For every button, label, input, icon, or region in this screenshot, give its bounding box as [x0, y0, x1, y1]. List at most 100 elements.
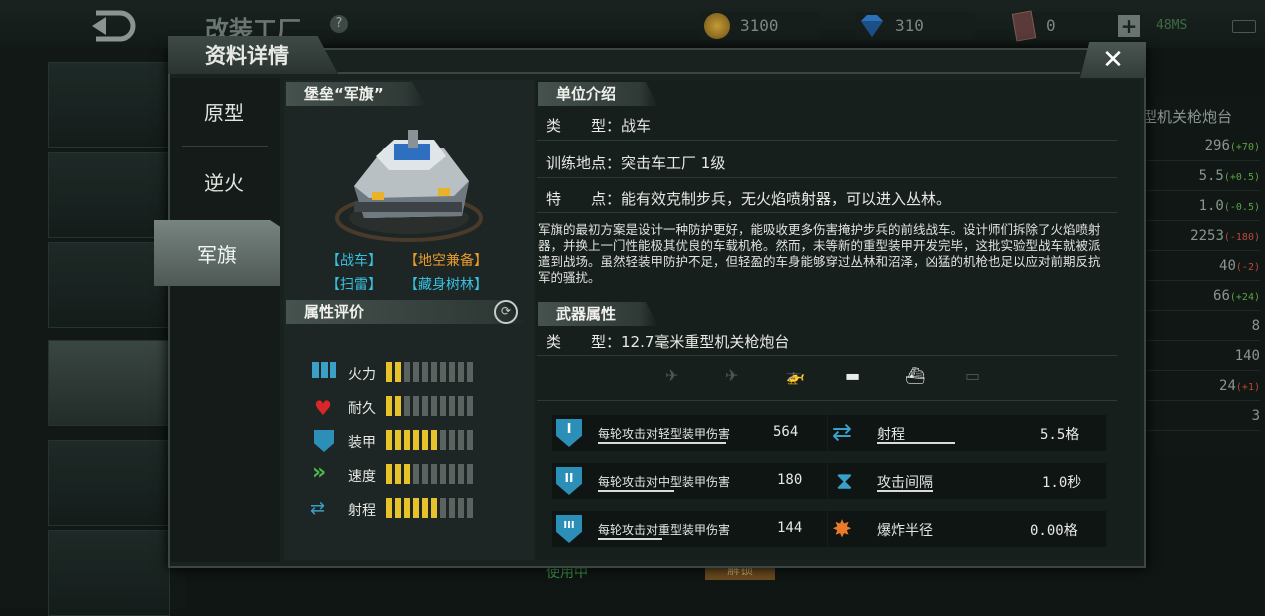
range-label: 射程: [877, 427, 905, 443]
close-icon: ✕: [1102, 45, 1124, 75]
tag-vehicle: 【战车】: [326, 253, 382, 269]
helicopter-icon: 🚁: [785, 366, 805, 385]
stat-bar-segment: [386, 498, 392, 518]
help-icon[interactable]: ?: [330, 15, 348, 33]
refresh-icon[interactable]: ⟳: [494, 300, 518, 324]
dialog-top-line: [338, 72, 1080, 74]
nav-backfire[interactable]: 逆火: [170, 150, 278, 212]
durability-icon: ♥: [314, 396, 332, 420]
stat-summary-value: 2253: [1190, 228, 1224, 244]
stat-bar-segment: [431, 498, 437, 518]
diamond-value: 310: [895, 16, 924, 35]
stat-summary-delta: (-2): [1235, 262, 1260, 273]
unit-card[interactable]: [48, 440, 170, 526]
card-value: 0: [1046, 16, 1056, 35]
tag-ground-air: 【地空兼备】: [404, 253, 488, 269]
nav-label: 军旗: [197, 242, 237, 267]
stat-bar-segment: [404, 430, 410, 450]
stat-label-armor: 装甲: [348, 435, 376, 451]
stat-summary-delta: (+1): [1235, 382, 1260, 393]
radius-label: 爆炸半径: [877, 523, 933, 539]
hourglass-icon: ⧗: [836, 467, 853, 495]
stat-summary-value: 8: [1251, 318, 1260, 334]
unit-card-selected[interactable]: [48, 340, 170, 426]
submarine-icon: ▭: [965, 366, 981, 385]
stat-bar-segment: [440, 498, 446, 518]
dmg-medium-label: 每轮攻击对中型装甲伤害: [598, 475, 731, 489]
divider: [537, 355, 1117, 356]
stat-summary-row: 296(+70): [1140, 132, 1260, 161]
unit-card[interactable]: [48, 152, 170, 238]
stat-bar-durability: [386, 396, 473, 416]
train-value: 突击车工厂 1级: [621, 154, 726, 172]
stat-bar-segment: [395, 430, 401, 450]
stat-bar-segment: [440, 430, 446, 450]
stat-label-speed: 速度: [348, 469, 376, 485]
nav-divider: [182, 146, 268, 147]
stat-bar-segment: [422, 362, 428, 382]
stat-bar-segment: [467, 362, 473, 382]
unit-card[interactable]: [48, 242, 170, 328]
speed-icon: »: [312, 460, 327, 485]
stat-summary-delta: (+24): [1229, 292, 1260, 303]
stat-bar-segment: [386, 396, 392, 416]
stat-bar-segment: [413, 430, 419, 450]
weapon-title: 武器属性: [556, 305, 617, 323]
divider: [537, 177, 1117, 178]
stat-summary-row: 5.5(+0.5): [1140, 162, 1260, 191]
close-button[interactable]: ✕: [1080, 42, 1146, 78]
armor-numeral: II: [564, 471, 574, 485]
stat-bar-segment: [404, 396, 410, 416]
unit-card[interactable]: [48, 62, 170, 148]
stat-bar-segment: [467, 430, 473, 450]
stat-bar-segment: [449, 396, 455, 416]
stat-bar-segment: [413, 396, 419, 416]
stat-bar-segment: [431, 464, 437, 484]
stat-bar-segment: [404, 498, 410, 518]
stat-bar-segment: [422, 430, 428, 450]
stat-bar-segment: [458, 498, 464, 518]
divider: [537, 140, 1117, 141]
stat-bar-segment: [404, 362, 410, 382]
interval-label: 攻击间隔: [877, 475, 933, 491]
stat-summary-row: 24(+1): [1140, 372, 1260, 401]
stat-summary-value: 40: [1219, 258, 1236, 274]
back-button[interactable]: [88, 6, 140, 46]
dialog-title: 资料详情: [205, 44, 289, 68]
nav-prototype[interactable]: 原型: [170, 80, 278, 142]
stat-bar-segment: [467, 498, 473, 518]
underline: [877, 442, 955, 444]
armor-numeral: I: [566, 422, 572, 437]
diamond-display: 310: [855, 12, 975, 40]
underline: [598, 538, 662, 540]
stat-summary-row: 1.0(-0.5): [1140, 192, 1260, 221]
add-cards-button[interactable]: +: [1118, 15, 1140, 37]
stat-bar-segment: [449, 362, 455, 382]
armor-numeral: III: [563, 520, 575, 531]
tag-forest-hide: 【藏身树林】: [404, 277, 488, 293]
unit-name: 堡垒“军旗”: [304, 85, 384, 103]
underline: [598, 490, 674, 492]
dmg-light-label: 每轮攻击对轻型装甲伤害: [598, 427, 731, 441]
stat-bar-segment: [422, 498, 428, 518]
stat-label-firepower: 火力: [348, 367, 376, 383]
unit-card[interactable]: [48, 530, 170, 616]
stats-rating: ♥ » ⇄ 火力 耐久 装甲 速度 射程: [300, 356, 520, 526]
tank-icon: ▬: [845, 366, 861, 385]
dmg-light-value: 564: [773, 424, 799, 440]
divider: [537, 212, 1117, 213]
divider: [537, 400, 1117, 401]
stat-bar-segment: [413, 464, 419, 484]
unit-name-header: 堡垒“军旗”: [286, 82, 426, 106]
feature-value: 能有效克制步兵，无火焰喷射器，可以进入丛林。: [621, 190, 952, 208]
nav-banner[interactable]: 军旗: [156, 222, 278, 284]
stat-bar-segment: [422, 396, 428, 416]
card-icon: [1011, 10, 1037, 42]
stat-bar-segment: [413, 498, 419, 518]
dmg-heavy-label: 每轮攻击对重型装甲伤害: [598, 523, 731, 537]
range-icon: ⇄: [832, 418, 853, 446]
nav-label: 原型: [204, 100, 244, 125]
dmg-heavy-value: 144: [777, 520, 803, 536]
stat-bar-segment: [386, 362, 392, 382]
stat-bar-segment: [458, 396, 464, 416]
